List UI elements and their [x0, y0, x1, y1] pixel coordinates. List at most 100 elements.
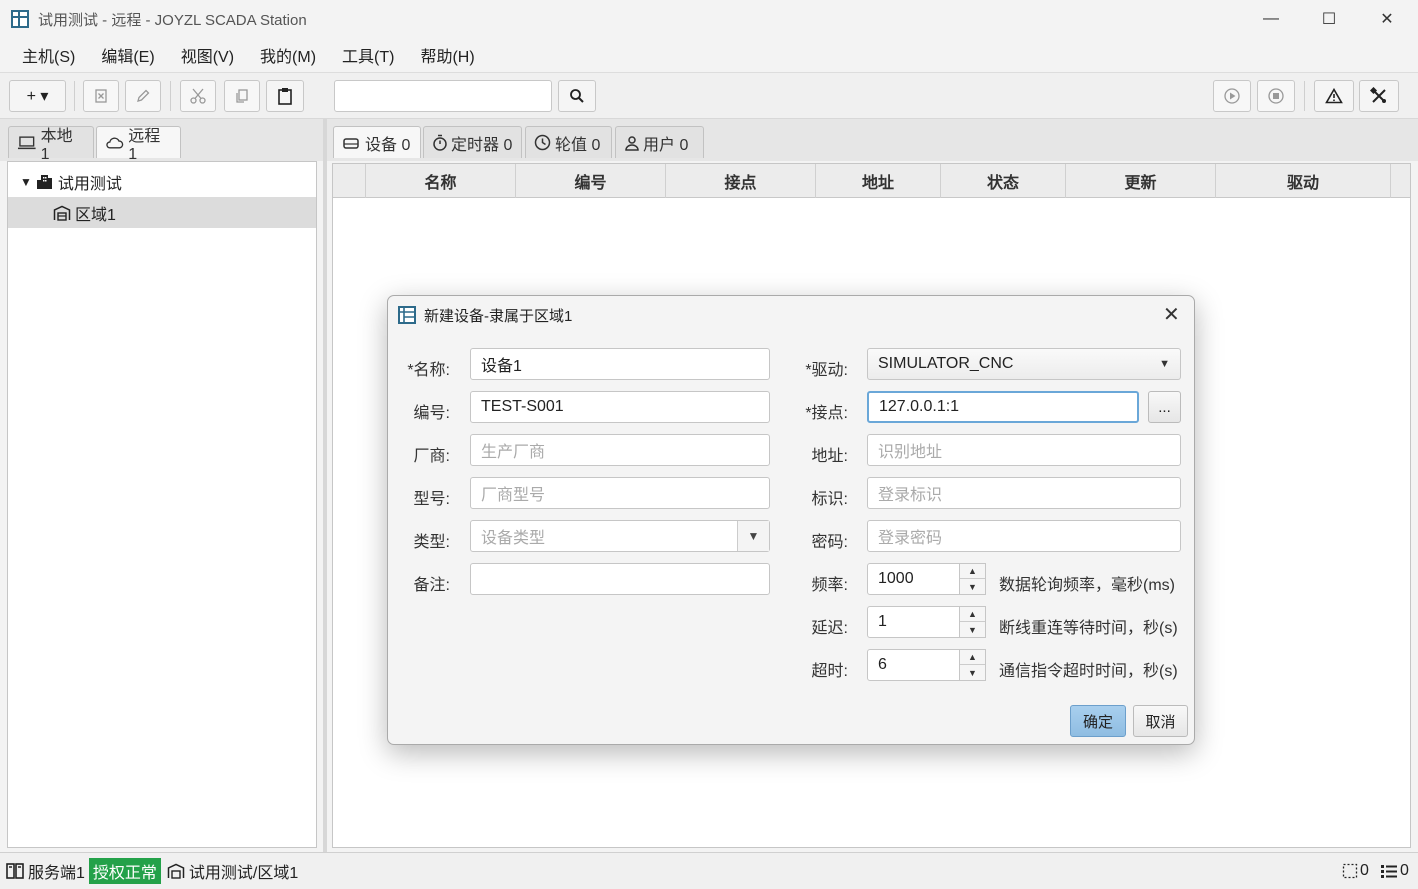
window-title: 试用测试 - 远程 - JOYZL SCADA Station [38, 11, 307, 29]
menu-mine[interactable]: 我的(M) [248, 43, 328, 67]
menu-view[interactable]: 视图(V) [169, 43, 246, 67]
delay-hint: 断线重连等待时间，秒(s) [999, 620, 1178, 637]
menu-help[interactable]: 帮助(H) [408, 43, 486, 67]
dialog-close-icon[interactable]: ✕ [1163, 302, 1180, 327]
menu-edit[interactable]: 编辑(E) [89, 43, 166, 67]
ident-label: 标识: [811, 491, 848, 508]
chevron-down-icon: ▼ [1159, 358, 1170, 370]
confirm-button[interactable]: 确定 [1070, 705, 1126, 737]
timeout-field[interactable]: 6 [867, 649, 960, 681]
toolbar-separator [170, 81, 171, 111]
timeout-stepper[interactable]: ▲ ▼ [960, 649, 986, 681]
expand-arrow-icon[interactable]: ▼ [20, 175, 32, 189]
vendor-field[interactable]: 生产厂商 [470, 434, 770, 466]
column-header-driver[interactable]: 驱动 [1216, 164, 1391, 198]
cut-button[interactable] [180, 80, 216, 112]
pencil-icon [137, 89, 150, 102]
name-field[interactable]: 设备1 [470, 348, 770, 380]
alarm-button[interactable] [1314, 80, 1354, 112]
note-label: 备注: [413, 577, 450, 594]
minimize-button[interactable]: — [1242, 0, 1300, 38]
note-field[interactable] [470, 563, 770, 595]
tab-remote[interactable]: 远程 1 [96, 126, 181, 163]
tab-users-label: 用户 0 [643, 136, 689, 154]
model-field[interactable]: 厂商型号 [470, 477, 770, 509]
status-bar: 服务端1 授权正常 试用测试/区域1 0 0 [0, 852, 1418, 889]
stepper-down-icon[interactable]: ▼ [960, 622, 985, 637]
tab-shifts-label: 轮值 0 [555, 136, 601, 154]
toolbar-separator [74, 81, 75, 111]
password-field[interactable]: 登录密码 [867, 520, 1181, 552]
panel-splitter[interactable] [323, 119, 327, 852]
tools-button[interactable] [1359, 80, 1399, 112]
copy-button[interactable] [224, 80, 260, 112]
timeout-hint: 通信指令超时时间，秒(s) [999, 663, 1178, 680]
menu-tools[interactable]: 工具(T) [330, 43, 406, 67]
toolbar: + ▾ [0, 72, 1418, 119]
warning-icon [1325, 88, 1343, 104]
search-input[interactable] [334, 80, 552, 112]
menu-host[interactable]: 主机(S) [10, 43, 87, 67]
column-header-updated[interactable]: 更新 [1066, 164, 1216, 198]
type-label: 类型: [413, 534, 450, 551]
driver-select-value: SIMULATOR_CNC [878, 355, 1014, 372]
add-dropdown-button[interactable]: + ▾ [9, 80, 66, 112]
tab-timers[interactable]: 定时器 0 [423, 126, 522, 158]
edit-button[interactable] [125, 80, 161, 112]
search-button[interactable] [558, 80, 596, 112]
tab-shifts[interactable]: 轮值 0 [525, 126, 612, 158]
type-combo[interactable]: 设备类型 ▼ [470, 520, 770, 552]
stop-button[interactable] [1257, 80, 1295, 112]
left-tab-bar: 本地 1 远程 1 [0, 119, 323, 163]
stepper-down-icon[interactable]: ▼ [960, 579, 985, 594]
code-field[interactable]: TEST-S001 [470, 391, 770, 423]
menu-bar: 主机(S) 编辑(E) 视图(V) 我的(M) 工具(T) 帮助(H) [0, 38, 1418, 72]
freq-stepper[interactable]: ▲ ▼ [960, 563, 986, 595]
host-tree: ▼ 试用测试 区域1 [7, 161, 317, 848]
play-icon [1224, 88, 1240, 104]
stepper-down-icon[interactable]: ▼ [960, 665, 985, 680]
tab-local[interactable]: 本地 1 [8, 126, 94, 163]
endpoint-browse-button[interactable]: ... [1148, 391, 1181, 423]
maximize-button[interactable]: ☐ [1300, 0, 1358, 38]
cancel-button[interactable]: 取消 [1133, 705, 1188, 737]
dialog-title: 新建设备-隶属于区域1 [424, 308, 573, 325]
tree-node-root[interactable]: ▼ 试用测试 [8, 166, 316, 197]
delay-stepper[interactable]: ▲ ▼ [960, 606, 986, 638]
endpoint-field[interactable]: 127.0.0.1:1 [867, 391, 1139, 423]
paste-button[interactable] [266, 80, 304, 112]
driver-select[interactable]: SIMULATOR_CNC ▼ [867, 348, 1181, 380]
server-icon [6, 863, 24, 879]
tree-node-area[interactable]: 区域1 [8, 197, 316, 228]
tab-users[interactable]: 用户 0 [615, 126, 704, 158]
column-header-address[interactable]: 地址 [816, 164, 941, 198]
stepper-up-icon[interactable]: ▲ [960, 564, 985, 579]
selection-count-value: 0 [1360, 862, 1369, 879]
stepper-up-icon[interactable]: ▲ [960, 650, 985, 665]
tree-area-label: 区域1 [75, 206, 116, 224]
tree-root-label: 试用测试 [57, 175, 122, 193]
selection-icon [1342, 863, 1358, 879]
column-header-code[interactable]: 编号 [516, 164, 666, 198]
column-header-endpoint[interactable]: 接点 [666, 164, 816, 198]
delete-button[interactable] [83, 80, 119, 112]
address-label: 地址: [811, 448, 848, 465]
new-device-dialog: 新建设备-隶属于区域1 ✕ *名称: 设备1 编号: TEST-S001 厂商:… [387, 295, 1195, 745]
tab-devices[interactable]: 设备 0 [333, 126, 421, 158]
title-bar: 试用测试 - 远程 - JOYZL SCADA Station — ☐ ✕ [0, 0, 1418, 38]
column-header-select[interactable] [333, 164, 366, 198]
column-header-name[interactable]: 名称 [366, 164, 516, 198]
freq-hint: 数据轮询频率，毫秒(ms) [999, 577, 1175, 594]
column-header-status[interactable]: 状态 [941, 164, 1066, 198]
play-button[interactable] [1213, 80, 1251, 112]
search-icon [570, 89, 584, 103]
delay-field[interactable]: 1 [867, 606, 960, 638]
stepper-up-icon[interactable]: ▲ [960, 607, 985, 622]
freq-field[interactable]: 1000 [867, 563, 960, 595]
address-field[interactable]: 识别地址 [867, 434, 1181, 466]
chevron-down-icon[interactable]: ▼ [737, 521, 769, 551]
ident-field[interactable]: 登录标识 [867, 477, 1181, 509]
delay-label: 延迟: [811, 620, 848, 637]
laptop-icon [17, 135, 36, 149]
close-button[interactable]: ✕ [1358, 0, 1416, 38]
